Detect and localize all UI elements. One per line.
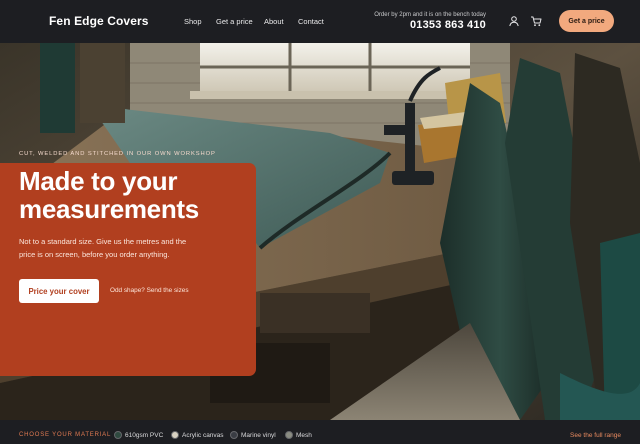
hero-headline: Made to your measurements	[19, 166, 199, 224]
get-a-price-button[interactable]: Get a price	[559, 10, 614, 32]
hero-section	[0, 43, 640, 420]
swatch-acrylic[interactable]	[171, 431, 179, 439]
site-header: Fen Edge Covers Shop Get a price About C…	[0, 0, 640, 43]
material-option-acrylic[interactable]: Acrylic canvas	[182, 432, 224, 439]
material-option-mesh[interactable]: Mesh	[296, 432, 312, 439]
swatch-mesh[interactable]	[285, 431, 293, 439]
nav-shop[interactable]: Shop	[184, 17, 202, 26]
material-option-marine-vinyl[interactable]: Marine vinyl	[241, 432, 276, 439]
material-label: CHOOSE YOUR MATERIAL	[19, 432, 112, 438]
nav-contact[interactable]: Contact	[298, 17, 324, 26]
full-range-link[interactable]: See the full range	[570, 432, 621, 439]
nav-get-a-price[interactable]: Get a price	[216, 17, 253, 26]
order-info: Order by 2pm and it is on the bench toda…	[374, 12, 486, 31]
material-strip: CHOOSE YOUR MATERIAL 610gsm PVC Acrylic …	[0, 420, 640, 444]
swatch-marine-vinyl[interactable]	[230, 431, 238, 439]
swatch-pvc[interactable]	[114, 431, 122, 439]
nav-about[interactable]: About	[264, 17, 284, 26]
hero-subtext: Not to a standard size. Give us the metr…	[19, 237, 187, 259]
cart-icon[interactable]	[530, 15, 542, 27]
send-sizes-link[interactable]: Odd shape? Send the sizes	[110, 287, 189, 294]
price-your-cover-button[interactable]: Price your cover	[19, 279, 99, 303]
order-note: Order by 2pm and it is on the bench toda…	[374, 12, 486, 18]
phone-number[interactable]: 01353 863 410	[374, 19, 486, 31]
material-option-pvc[interactable]: 610gsm PVC	[125, 432, 163, 439]
hero-eyebrow: CUT, WELDED AND STITCHED IN OUR OWN WORK…	[19, 151, 216, 157]
brand-logo[interactable]: Fen Edge Covers	[49, 14, 149, 28]
account-icon[interactable]	[508, 15, 520, 27]
